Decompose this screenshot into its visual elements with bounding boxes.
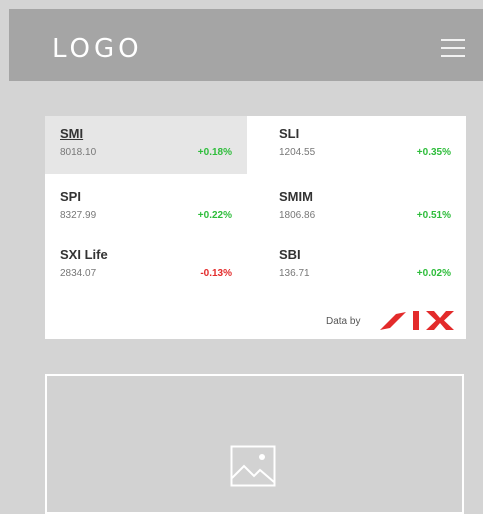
index-tile-sxi-life[interactable]: SXI Life 2834.07 -0.13% xyxy=(45,237,247,295)
index-name[interactable]: SBI xyxy=(279,247,301,262)
index-value: 136.71 xyxy=(279,268,310,279)
app-header: LOGO xyxy=(9,9,483,81)
index-value: 2834.07 xyxy=(60,268,97,279)
index-name[interactable]: SMI xyxy=(60,126,83,141)
hamburger-menu-icon[interactable] xyxy=(441,39,465,57)
index-change: +0.18% xyxy=(197,147,232,158)
media-placeholder-card xyxy=(45,374,464,514)
index-value: 8327.99 xyxy=(60,210,97,221)
index-name[interactable]: SPI xyxy=(60,189,81,204)
index-tile-sbi[interactable]: SBI 136.71 +0.02% xyxy=(264,237,466,295)
index-value: 1806.86 xyxy=(279,210,316,221)
index-name[interactable]: SMIM xyxy=(279,189,313,204)
index-tile-smim[interactable]: SMIM 1806.86 +0.51% xyxy=(264,179,466,237)
index-value: 1204.55 xyxy=(279,147,316,158)
index-value: 8018.10 xyxy=(60,147,97,158)
logo[interactable]: LOGO xyxy=(52,34,143,64)
index-change: +0.35% xyxy=(416,147,451,158)
index-change: +0.22% xyxy=(197,210,232,221)
index-change: +0.02% xyxy=(416,268,451,279)
six-logo[interactable] xyxy=(378,305,462,333)
index-tile-smi[interactable]: SMI 8018.10 +0.18% xyxy=(45,116,247,174)
data-by-label: Data by xyxy=(326,316,361,327)
index-name[interactable]: SXI Life xyxy=(60,247,108,262)
index-name[interactable]: SLI xyxy=(279,126,299,141)
index-tile-spi[interactable]: SPI 8327.99 +0.22% xyxy=(45,179,247,237)
image-placeholder-icon xyxy=(230,445,276,487)
index-tile-sli[interactable]: SLI 1204.55 +0.35% xyxy=(264,116,466,174)
index-change: -0.13% xyxy=(200,268,232,279)
index-change: +0.51% xyxy=(416,210,451,221)
market-indices-card: SMI 8018.10 +0.18% SLI 1204.55 +0.35% SP… xyxy=(45,116,466,339)
